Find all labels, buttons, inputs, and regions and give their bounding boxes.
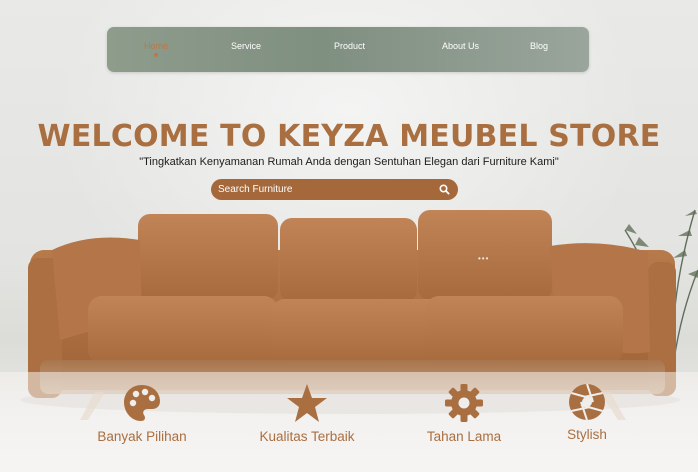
feature-label: Stylish (567, 427, 607, 442)
nav-product[interactable]: Product (334, 41, 365, 51)
feature-label: Kualitas Terbaik (259, 429, 355, 444)
hero-subtitle: "Tingkatkan Kenyamanan Rumah Anda dengan… (139, 156, 559, 168)
feature-kualitas-terbaik: Kualitas Terbaik (248, 383, 366, 444)
search-input[interactable] (218, 179, 433, 200)
feature-tahan-lama: Tahan Lama (414, 383, 514, 444)
nav-home[interactable]: Home (144, 41, 168, 51)
hero-title: WELCOME TO KEYZA MEUBEL STORE (37, 119, 661, 154)
carousel-dots[interactable]: ••• (478, 254, 489, 263)
nav-service[interactable]: Service (231, 41, 261, 51)
feature-label: Banyak Pilihan (97, 429, 187, 444)
feature-label: Tahan Lama (426, 429, 502, 444)
landing-page: ••• Home Service Product About Us Blog W… (0, 0, 698, 472)
feature-stylish: Stylish (552, 383, 622, 442)
feature-banyak-pilihan: Banyak Pilihan (86, 383, 198, 444)
palette-icon (124, 385, 160, 421)
search-icon[interactable] (436, 181, 453, 198)
top-navigation: Home Service Product About Us Blog (107, 27, 589, 72)
aperture-icon (569, 383, 605, 421)
nav-about-us[interactable]: About Us (442, 41, 479, 51)
nav-blog[interactable]: Blog (530, 41, 548, 51)
gear-icon (445, 384, 483, 422)
star-icon (287, 384, 327, 422)
active-indicator (154, 53, 158, 57)
search-bar (211, 179, 458, 200)
